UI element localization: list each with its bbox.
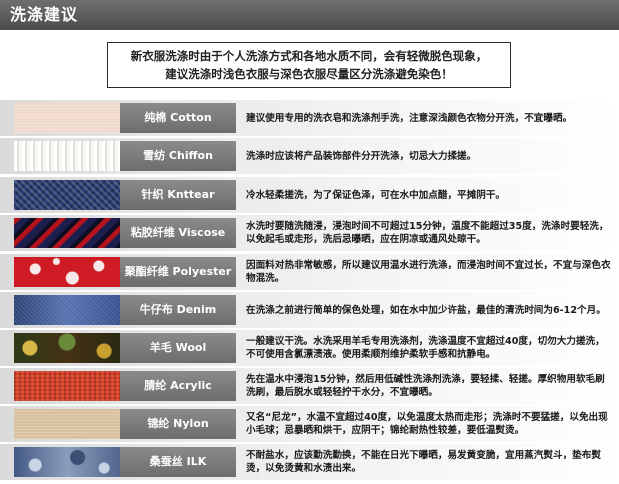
denim-swatch [14,295,120,325]
fabric-description: 水洗时要随洗随浸，浸泡时间不可超过15分钟，温度不能超过35度，洗涤时要轻洗，以… [246,221,609,245]
knit-swatch [14,180,120,210]
fabric-row-chiffon: 雪纺 Chiffon 洗涤时应该将产品装饰部件分开洗涤，切忌大力揉搓。 [0,138,619,174]
fabric-description: 因面料对热非常敏感，所以建议用温水进行洗涤，而浸泡时间不宜过长，不宜与深色衣物混… [246,260,611,284]
fabric-label: 针织 Knttear [120,180,236,210]
fabric-row-polyester: 聚酯纤维 Polyester 因面料对热非常敏感，所以建议用温水进行洗涤，而浸泡… [0,254,619,290]
fabric-row-knit: 针织 Knttear 冷水轻柔搓洗，为了保证色泽，可在水中加点醋，平摊阴干。 [0,177,619,213]
notice-line-1: 新衣服洗涤时由于个人洗涤方式和各地水质不同，会有轻微脱色现象， [130,49,488,63]
fabric-label: 桑蚕丝 ILK [120,447,236,477]
fabric-row-cotton: 纯棉 Cotton 建议使用专用的洗衣皂和洗涤剂手洗，注意深浅颜色衣物分开洗，不… [0,100,619,136]
fabric-row-wool: 羊毛 Wool 一般建议干洗。水洗采用羊毛专用洗涤剂，洗涤温度不宜超过40度，切… [0,330,619,366]
section-title: 洗涤建议 [10,5,79,24]
fabric-description: 一般建议干洗。水洗采用羊毛专用洗涤剂，洗涤温度不宜超过40度，切勿大力搓洗，不可… [246,336,605,360]
fabric-label: 聚酯纤维 Polyester [120,257,236,287]
fabric-label: 雪纺 Chiffon [120,141,236,171]
fabric-row-nylon: 锦纶 Nylon 又名“尼龙”，水温不宜超过40度，以免温度太热而走形；洗涤时不… [0,406,619,442]
fabric-description: 建议使用专用的洗衣皂和洗涤剂手洗，注意深浅颜色衣物分开洗，不宜曝晒。 [246,112,573,124]
fabric-description: 冷水轻柔搓洗，为了保证色泽，可在水中加点醋，平摊阴干。 [246,189,506,201]
fabric-description: 在洗涤之前进行简单的保色处理，如在水中加少许盐，最佳的清洗时间为6-12个月。 [246,304,606,316]
fabric-description: 不耐盐水，应该勤洗勤换，不能在日光下曝晒，易发黄变脆，宜用蒸汽熨斗，垫布熨烫，以… [246,450,601,474]
fabric-label: 羊毛 Wool [120,333,236,363]
fabric-label: 锦纶 Nylon [120,409,236,439]
fabric-description: 先在温水中浸泡15分钟，然后用低碱性洗涤剂洗涤，要轻揉、轻搓。厚织物用软毛刷洗刷… [246,374,605,398]
fabric-description: 又名“尼龙”，水温不宜超过40度，以免温度太热而走形；洗涤时不要猛搓，以免出现小… [246,412,608,436]
acrylic-swatch [14,371,120,401]
viscose-swatch [14,218,120,248]
silk-swatch [14,447,120,477]
chiffon-swatch [14,141,120,171]
fabric-row-acrylic: 腈纶 Acrylic 先在温水中浸泡15分钟，然后用低碱性洗涤剂洗涤，要轻揉、轻… [0,368,619,404]
section-header: 洗涤建议 [0,0,619,30]
fabric-label: 粘胶纤维 Viscose [120,218,236,248]
notice-line-2: 建议洗涤时浅色衣服与深色衣服尽量区分洗涤避免染色！ [165,67,453,81]
wool-swatch [14,333,120,363]
fabric-row-viscose: 粘胶纤维 Viscose 水洗时要随洗随浸，浸泡时间不可超过15分钟，温度不能超… [0,215,619,251]
nylon-swatch [14,409,120,439]
polyester-swatch [14,257,120,287]
washing-notice-box: 新衣服洗涤时由于个人洗涤方式和各地水质不同，会有轻微脱色现象， 建议洗涤时浅色衣… [107,42,511,88]
fabric-label: 纯棉 Cotton [120,103,236,133]
fabric-label: 腈纶 Acrylic [120,371,236,401]
fabric-description: 洗涤时应该将产品装饰部件分开洗涤，切忌大力揉搓。 [246,150,477,162]
fabric-row-silk: 桑蚕丝 ILK 不耐盐水，应该勤洗勤换，不能在日光下曝晒，易发黄变脆，宜用蒸汽熨… [0,444,619,480]
fabric-label: 牛仔布 Denim [120,295,236,325]
fabric-row-denim: 牛仔布 Denim 在洗涤之前进行简单的保色处理，如在水中加少许盐，最佳的清洗时… [0,292,619,328]
cotton-swatch [14,103,120,133]
